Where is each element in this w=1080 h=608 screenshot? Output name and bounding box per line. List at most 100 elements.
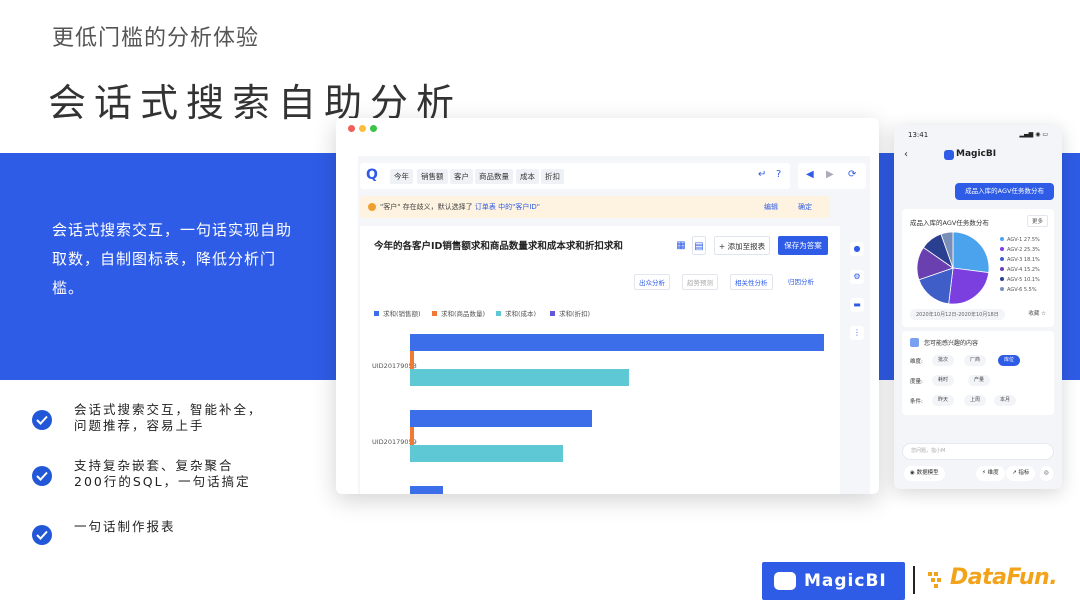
undo-icon[interactable]: ◀ xyxy=(806,169,814,180)
cond-pill[interactable]: 昨天 xyxy=(932,395,955,406)
bar[interactable] xyxy=(410,351,415,369)
dims-label: 维度: xyxy=(910,359,923,365)
measure-pill[interactable]: 耗时 xyxy=(932,375,955,386)
search-chip[interactable]: 成本 xyxy=(516,169,539,184)
notice-link[interactable]: 订单表 中的"客户ID" xyxy=(475,203,540,211)
dimension-label: 维度 xyxy=(987,470,999,476)
measure-label: 度量: xyxy=(910,379,923,385)
pie-card: 成品入库的AGV任务数分布 更多 AGV-1 27.5% AGV-2 25.3% A… xyxy=(902,209,1054,327)
history-tools: ◀ ▶ ⟳ xyxy=(798,163,866,189)
status-time: 13:41 xyxy=(908,131,929,139)
legend-dot xyxy=(1000,247,1004,251)
chart-view-icon[interactable]: ▤ xyxy=(692,236,706,255)
pie-slice[interactable] xyxy=(952,231,990,274)
confirm-link[interactable]: 确定 xyxy=(798,196,812,218)
check-icon xyxy=(32,410,52,430)
band-description: 会话式搜索交互，一句话实现自助取数，自制图标表，降低分析门槛。 xyxy=(52,221,293,297)
bar[interactable] xyxy=(410,445,564,462)
legend-label: 求和(成本) xyxy=(505,310,537,318)
search-chip[interactable]: 客户 xyxy=(450,169,473,184)
tool-icon[interactable]: ● xyxy=(850,242,864,256)
cond-pill[interactable]: 本月 xyxy=(994,395,1017,406)
more-icon[interactable]: ⋮ xyxy=(850,326,864,340)
bar[interactable] xyxy=(410,369,630,386)
check-icon xyxy=(32,466,52,486)
result-card: 今年的各客户ID销售额求和商品数量求和成本求和折扣求和 ▦ ▤ + 添加至报表 … xyxy=(360,226,840,494)
measure-pill[interactable]: 产量 xyxy=(968,375,991,386)
cond-pill[interactable]: 上周 xyxy=(964,395,987,406)
legend-item[interactable]: 求和(销售额) xyxy=(374,308,421,318)
bar[interactable] xyxy=(410,410,593,427)
legend-swatch xyxy=(432,311,437,316)
refresh-icon[interactable]: ⟳ xyxy=(848,169,856,180)
search-chip[interactable]: 折扣 xyxy=(541,169,564,184)
minimize-dot[interactable] xyxy=(359,125,366,132)
pie-legend-item: AGV-6 5.5% xyxy=(1000,287,1037,293)
data-model-button[interactable]: ◉ 数据模型 xyxy=(904,466,945,481)
tool-button[interactable]: 出众分析 xyxy=(634,274,670,290)
chat-input[interactable]: 您问题，指小M xyxy=(902,443,1054,460)
tool-button[interactable]: 相关性分析 xyxy=(730,274,773,290)
legend-dot xyxy=(1000,257,1004,261)
edit-link[interactable]: 编辑 xyxy=(764,196,778,218)
ambiguity-notice: "客户" 存在歧义，默认选择了 订单表 中的"客户ID" 编辑 确定 xyxy=(360,196,830,218)
bar[interactable] xyxy=(410,427,415,445)
add-to-report-button[interactable]: + 添加至报表 xyxy=(714,236,770,255)
back-icon[interactable]: ‹ xyxy=(904,149,908,160)
redo-icon[interactable]: ▶ xyxy=(826,169,834,180)
close-dot[interactable] xyxy=(348,125,355,132)
dim-pill-active[interactable]: 库位 xyxy=(998,355,1021,366)
tool-button[interactable]: 趋势预测 xyxy=(682,274,718,290)
dim-pill[interactable]: 厂商 xyxy=(964,355,987,366)
help-icon[interactable]: ? xyxy=(776,169,781,180)
bullet-text: 支持复杂嵌套、复杂聚合 200行的SQL，一句话搞定 xyxy=(74,458,251,489)
date-range[interactable]: 2020年10月12日-2020年10月18日 xyxy=(910,309,1005,320)
search-icon[interactable]: Q xyxy=(366,167,378,183)
enter-icon[interactable]: ↵ xyxy=(758,169,766,180)
pie-legend-item: AGV-2 25.3% xyxy=(1000,247,1040,253)
app-brand: MagicBI xyxy=(956,149,997,159)
more-button[interactable]: 更多 xyxy=(1026,215,1048,227)
suggestions-title: 您可能感兴趣的内容 xyxy=(924,340,979,347)
legend-item[interactable]: 求和(成本) xyxy=(496,308,536,318)
magicbi-logo: MagicBI xyxy=(762,562,905,600)
metric-button[interactable]: ↗ 指标 xyxy=(1006,466,1036,481)
search-chip[interactable]: 销售额 xyxy=(417,169,448,184)
app-content: Q 今年 销售额 客户 商品数量 成本 折扣 ↵ ? ◀ ▶ ⟳ "客户" 存在… xyxy=(358,156,870,494)
legend-dot xyxy=(1000,237,1004,241)
magicbi-logo-icon xyxy=(944,150,954,160)
bar[interactable] xyxy=(410,334,824,351)
pie-legend-label: AGV-6 5.5% xyxy=(1007,287,1037,293)
bar[interactable] xyxy=(410,486,444,494)
maximize-dot[interactable] xyxy=(370,125,377,132)
data-model-label: 数据模型 xyxy=(916,470,939,476)
table-view-icon[interactable]: ▦ xyxy=(674,236,688,255)
slide-subtitle: 更低门槛的分析体验 xyxy=(52,26,260,51)
metric-label: 指标 xyxy=(1018,470,1030,476)
favorite-button[interactable]: 收藏 ☆ xyxy=(1028,309,1046,317)
side-toolbar: ● ⚙ ▬ ⋮ xyxy=(845,234,869,494)
suggestion-icon xyxy=(910,338,919,347)
settings-icon[interactable]: ⚙ xyxy=(850,270,864,284)
search-icon[interactable]: ◎ xyxy=(1040,466,1053,481)
search-bar[interactable]: Q 今年 销售额 客户 商品数量 成本 折扣 ↵ ? xyxy=(360,163,790,189)
pie-legend-label: AGV-4 15.2% xyxy=(1007,267,1040,273)
legend-item[interactable]: 求和(商品数量) xyxy=(432,308,485,318)
datafun-wordmark: DataFun. xyxy=(950,565,1058,590)
save-answer-button[interactable]: 保存为答案 xyxy=(778,236,828,255)
comment-icon[interactable]: ▬ xyxy=(850,298,864,312)
legend-swatch xyxy=(550,311,555,316)
search-chip[interactable]: 商品数量 xyxy=(475,169,513,184)
notice-text: "客户" 存在歧义，默认选择了 xyxy=(380,203,473,211)
legend-item[interactable]: 求和(折扣) xyxy=(550,308,590,318)
tool-button[interactable]: 归因分析 xyxy=(784,274,818,290)
search-chip[interactable]: 今年 xyxy=(390,169,413,184)
pie-slice[interactable] xyxy=(948,267,990,305)
legend-dot xyxy=(1000,277,1004,281)
pie-legend-item: AGV-4 15.2% xyxy=(1000,267,1040,273)
dimension-button[interactable]: ⚡ 维度 xyxy=(976,466,1005,481)
dim-pill[interactable]: 批次 xyxy=(932,355,955,366)
magicbi-wordmark: MagicBI xyxy=(804,571,887,591)
legend-swatch xyxy=(496,311,501,316)
check-icon xyxy=(32,525,52,545)
